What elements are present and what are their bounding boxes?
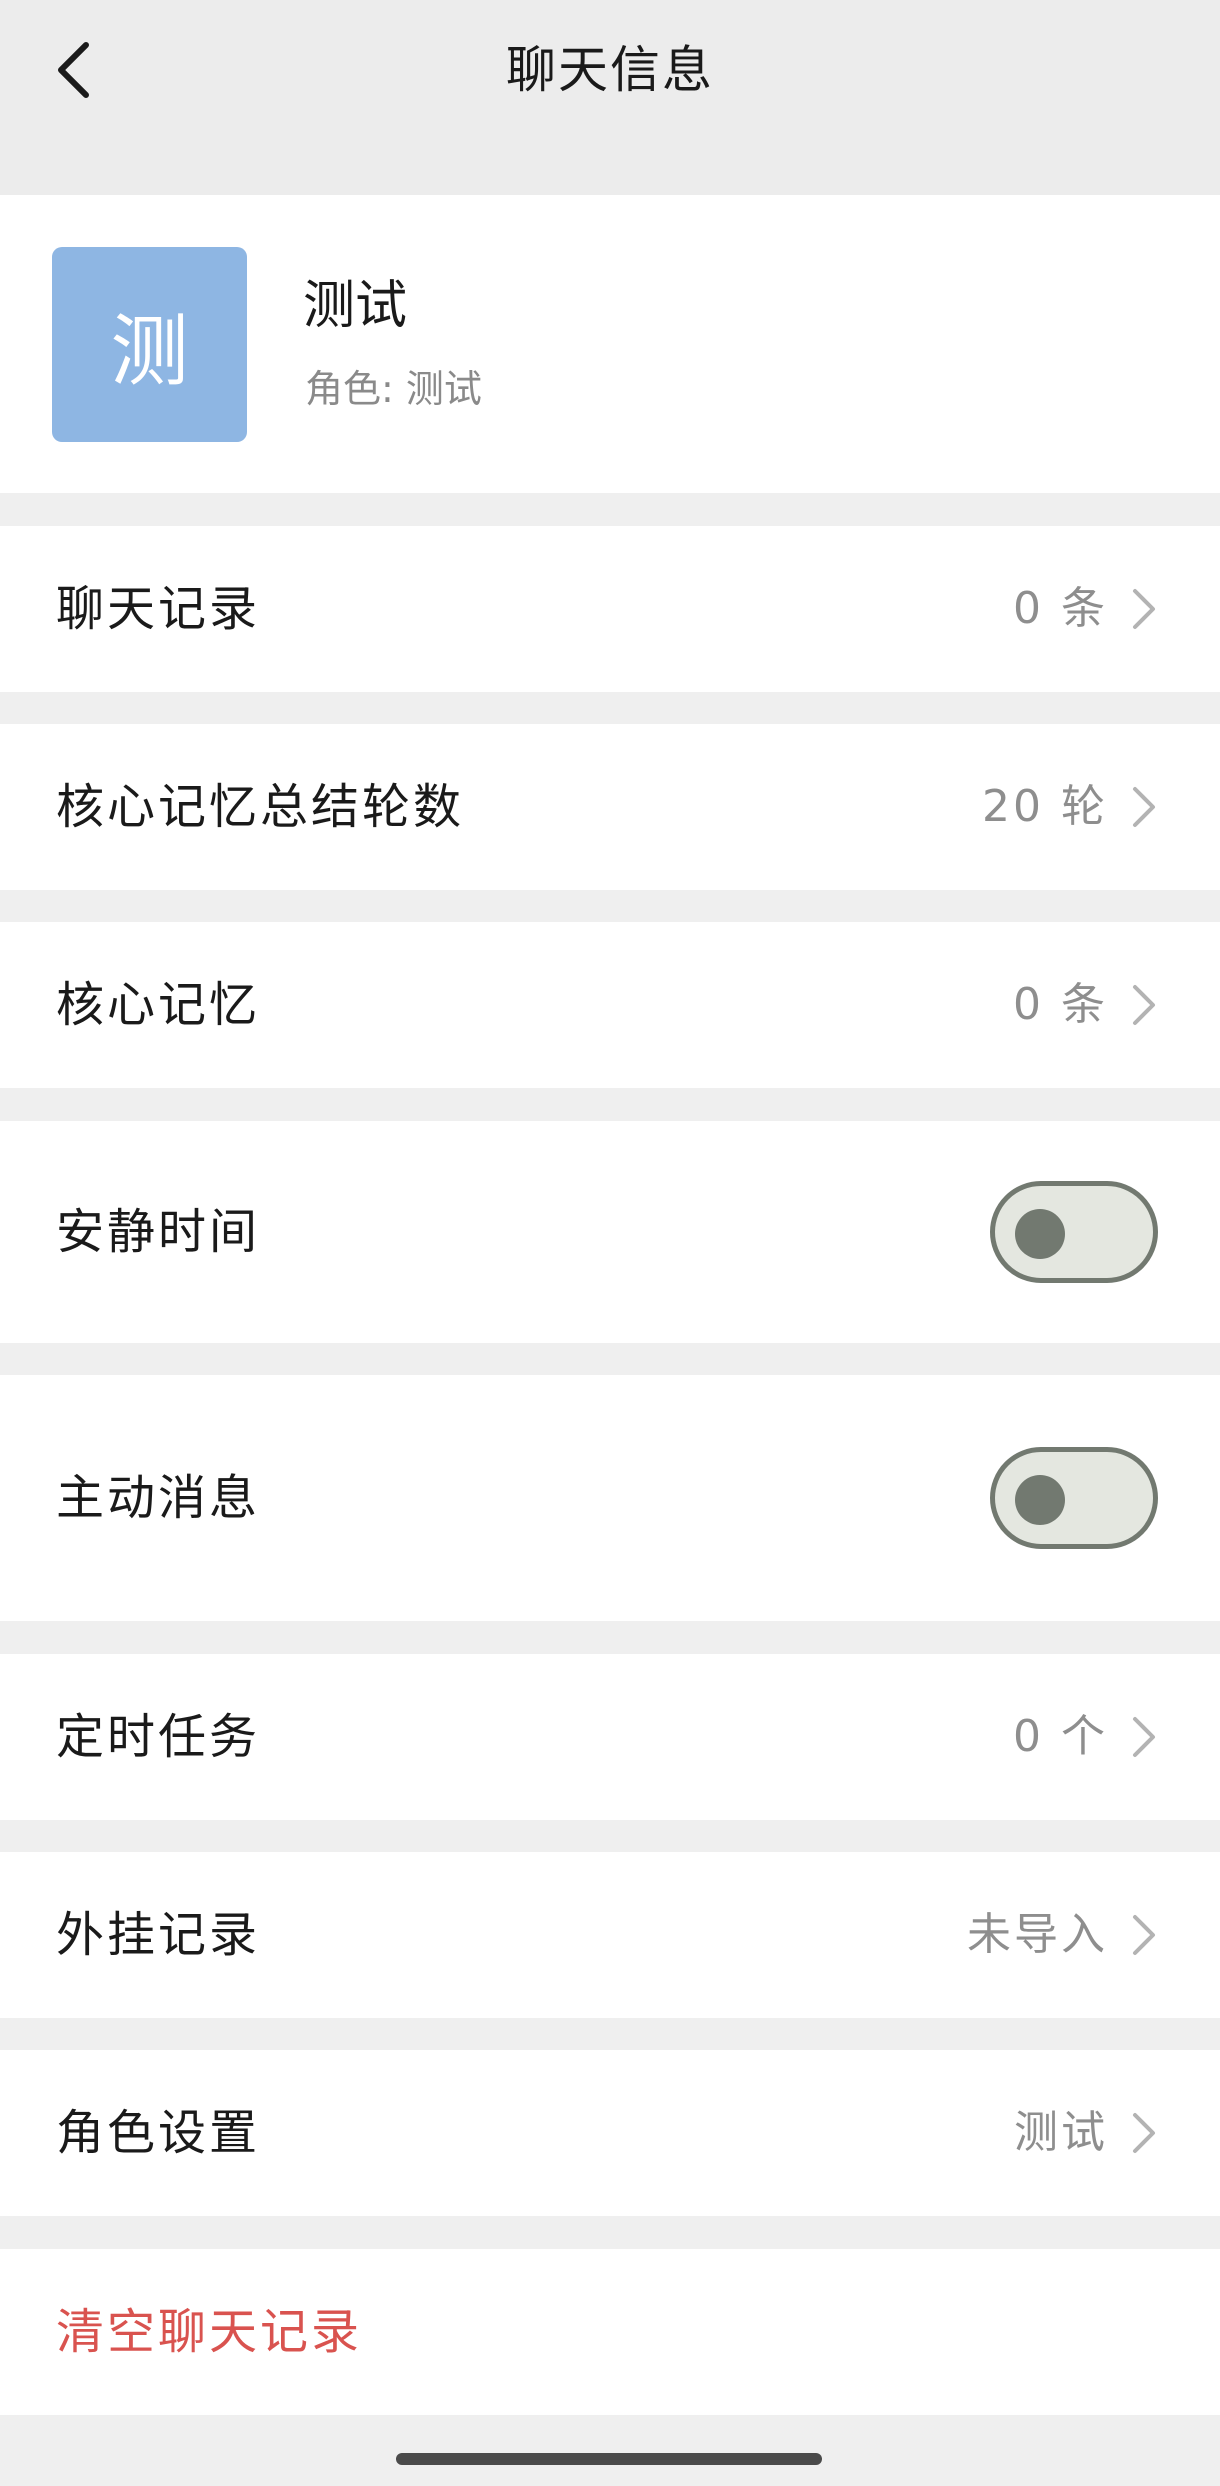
chevron-right-icon (1133, 589, 1155, 629)
profile-role: 角色: 测试 (305, 367, 482, 411)
role-settings-label: 角色设置 (56, 2105, 261, 2161)
chevron-right-icon (1133, 787, 1155, 827)
summary-rounds-right: 20 轮 (982, 780, 1158, 834)
external-records-right: 未导入 (967, 1908, 1158, 1962)
avatar[interactable]: 测 (52, 247, 247, 442)
role-settings-right: 测试 (1014, 2106, 1158, 2160)
scheduled-tasks-label: 定时任务 (56, 1709, 261, 1765)
summary-rounds-row[interactable]: 核心记忆总结轮数 20 轮 (0, 724, 1220, 890)
quiet-time-toggle[interactable] (990, 1181, 1158, 1283)
scheduled-tasks-row[interactable]: 定时任务 0 个 (0, 1654, 1220, 1820)
role-settings-row[interactable]: 角色设置 测试 (0, 2050, 1220, 2216)
chevron-right-icon (1133, 985, 1155, 1025)
chat-info-screen: 聊天信息 测 测试 角色: 测试 聊天记录 0 条 核心记忆总结轮数 20 轮 … (0, 0, 1220, 2486)
external-records-label: 外挂记录 (56, 1907, 261, 1963)
nav-bar: 聊天信息 (0, 0, 1220, 195)
proactive-message-toggle[interactable] (990, 1447, 1158, 1549)
role-settings-value: 测试 (1014, 2107, 1108, 2158)
quiet-time-label: 安静时间 (56, 1204, 261, 1260)
chevron-right-icon (1133, 1915, 1155, 1955)
profile-card[interactable]: 测 测试 角色: 测试 (0, 195, 1220, 493)
core-memory-count: 0 条 (1013, 979, 1108, 1030)
clear-history-row[interactable]: 清空聊天记录 (0, 2249, 1220, 2415)
profile-name: 测试 (303, 276, 408, 336)
toggle-knob (1015, 1209, 1065, 1259)
core-memory-row[interactable]: 核心记忆 0 条 (0, 922, 1220, 1088)
external-records-status: 未导入 (967, 1909, 1108, 1960)
chat-history-count: 0 条 (1013, 583, 1108, 634)
external-records-row[interactable]: 外挂记录 未导入 (0, 1852, 1220, 2018)
chat-history-row[interactable]: 聊天记录 0 条 (0, 526, 1220, 692)
home-indicator (396, 2453, 822, 2465)
summary-rounds-value: 20 轮 (982, 781, 1108, 832)
page-title: 聊天信息 (506, 41, 714, 99)
quiet-time-row: 安静时间 (0, 1121, 1220, 1343)
summary-rounds-label: 核心记忆总结轮数 (56, 779, 465, 835)
avatar-char: 测 (110, 306, 189, 397)
clear-history-button[interactable]: 清空聊天记录 (56, 2303, 362, 2361)
chat-history-label: 聊天记录 (56, 581, 261, 637)
proactive-message-row: 主动消息 (0, 1375, 1220, 1621)
scheduled-tasks-right: 0 个 (1013, 1710, 1158, 1764)
toggle-knob (1015, 1475, 1065, 1525)
core-memory-label: 核心记忆 (56, 977, 261, 1033)
chevron-right-icon (1133, 2113, 1155, 2153)
chat-history-right: 0 条 (1013, 582, 1158, 636)
scheduled-tasks-count: 0 个 (1013, 1711, 1108, 1762)
proactive-message-label: 主动消息 (56, 1470, 261, 1526)
core-memory-right: 0 条 (1013, 978, 1158, 1032)
chevron-right-icon (1133, 1717, 1155, 1757)
